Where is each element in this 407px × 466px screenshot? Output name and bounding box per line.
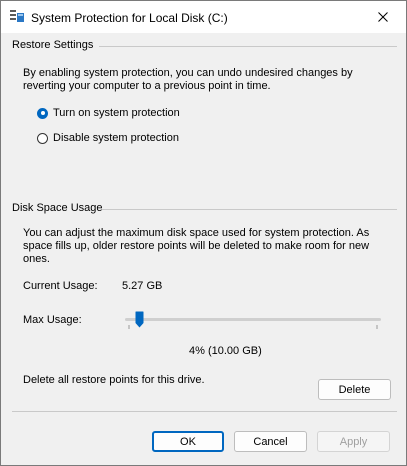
disk-space-usage-title: Disk Space Usage — [12, 202, 103, 214]
close-button[interactable] — [360, 1, 406, 33]
disable-protection-radio[interactable]: Disable system protection — [37, 131, 179, 145]
system-protection-dialog: System Protection for Local Disk (C:) Re… — [0, 0, 407, 466]
close-icon — [378, 12, 388, 22]
title-bar: System Protection for Local Disk (C:) — [1, 1, 406, 33]
disk-space-description-3: ones. — [23, 253, 50, 265]
turn-on-protection-label: Turn on system protection — [53, 107, 180, 119]
footer-separator — [12, 411, 397, 412]
disable-protection-label: Disable system protection — [53, 132, 179, 144]
window-title: System Protection for Local Disk (C:) — [31, 11, 228, 25]
radio-unselected-indicator[interactable] — [37, 132, 48, 144]
disk-space-divider — [102, 209, 397, 210]
ok-button[interactable]: OK — [152, 431, 224, 452]
max-usage-label: Max Usage: — [23, 314, 82, 326]
restore-settings-description-2: reverting your computer to a previous po… — [23, 80, 271, 92]
turn-on-protection-radio[interactable]: Turn on system protection — [37, 106, 180, 120]
restore-settings-divider — [99, 46, 397, 47]
cancel-button[interactable]: Cancel — [234, 431, 307, 452]
restore-settings-description-1: By enabling system protection, you can u… — [23, 67, 353, 79]
restore-settings-title: Restore Settings — [12, 39, 94, 51]
max-usage-slider-ticks — [128, 325, 378, 329]
apply-button[interactable]: Apply — [317, 431, 390, 452]
radio-selected-indicator[interactable] — [37, 107, 48, 119]
max-usage-slider-track[interactable] — [125, 318, 381, 321]
delete-restore-points-description: Delete all restore points for this drive… — [23, 374, 205, 386]
disk-space-description-1: You can adjust the maximum disk space us… — [23, 227, 370, 239]
system-protection-icon — [10, 10, 24, 22]
max-usage-slider-thumb[interactable] — [135, 311, 144, 328]
disk-space-description-2: space fills up, older restore points wil… — [23, 240, 370, 252]
max-usage-value: 4% (10.00 GB) — [189, 345, 262, 357]
current-usage-label: Current Usage: — [23, 280, 98, 292]
current-usage-value: 5.27 GB — [122, 280, 163, 292]
delete-button[interactable]: Delete — [318, 379, 391, 400]
